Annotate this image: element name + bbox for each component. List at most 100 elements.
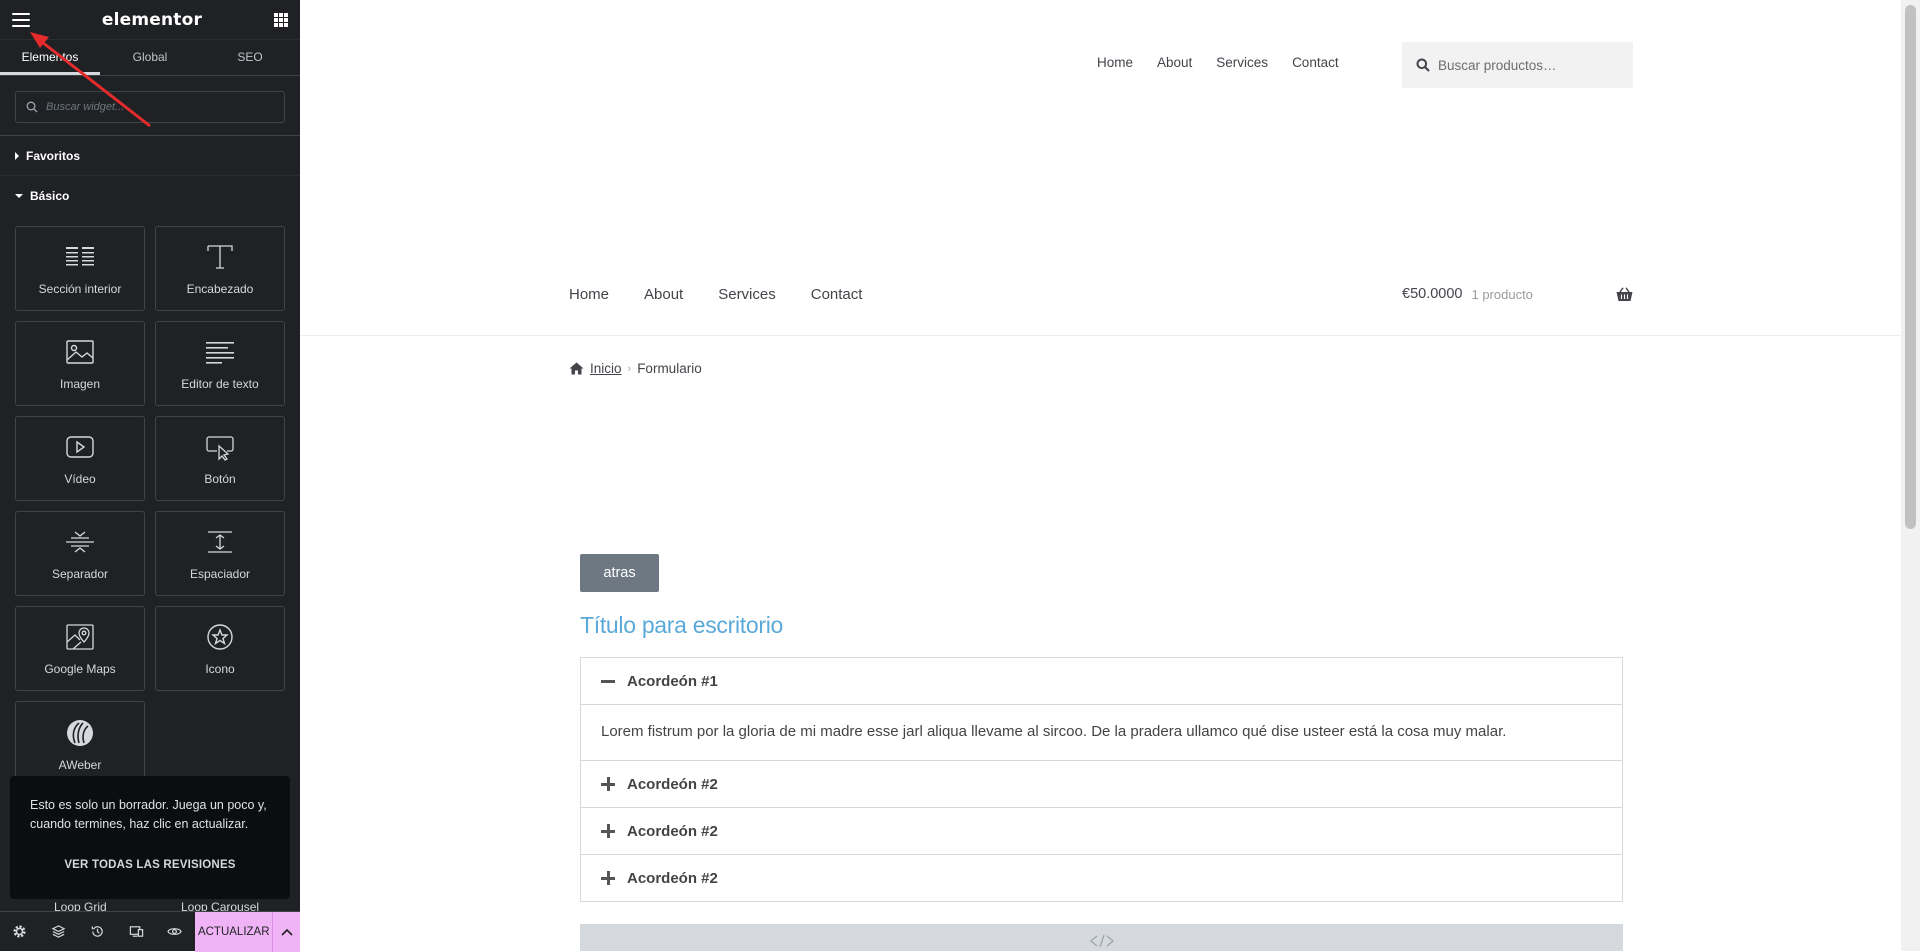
product-search <box>1402 42 1633 88</box>
cart-count: 1 producto <box>1471 286 1533 302</box>
update-button[interactable]: ACTUALIZAR <box>195 911 273 952</box>
text-editor-icon <box>206 341 234 364</box>
heading-icon <box>207 244 233 269</box>
breadcrumb: Inicio › Formulario <box>569 361 702 376</box>
widget-label: Botón <box>204 471 236 486</box>
widget-heading[interactable]: Encabezado <box>155 226 285 311</box>
widget-divider[interactable]: Separador <box>15 511 145 596</box>
home-icon <box>569 362 584 375</box>
accordion-item: Acordeón #2 <box>581 807 1622 854</box>
nav-home[interactable]: Home <box>1097 55 1133 70</box>
button-icon <box>206 435 234 461</box>
eye-icon <box>167 928 183 935</box>
layers-icon <box>51 925 66 938</box>
inner-section-icon <box>66 246 94 265</box>
nav-home[interactable]: Home <box>569 286 609 303</box>
spacer-icon <box>208 530 232 553</box>
nav-about[interactable]: About <box>1157 55 1192 70</box>
top-navigation: Home About Services Contact <box>1097 55 1339 70</box>
minus-icon <box>601 674 615 688</box>
nav-about[interactable]: About <box>644 286 683 303</box>
editor-panel: elementor Elementos Global SEO Favoritos… <box>0 0 301 952</box>
aweber-icon <box>67 719 93 746</box>
category-label: Favoritos <box>26 148 81 163</box>
navigator-button[interactable] <box>39 912 78 952</box>
widget-label: Espaciador <box>189 566 251 581</box>
tab-elementos[interactable]: Elementos <box>0 40 100 75</box>
category-basico[interactable]: Básico <box>0 176 300 216</box>
cart-amount: €50.0000 <box>1402 286 1463 302</box>
menu-icon[interactable] <box>12 12 30 27</box>
html-widget-placeholder[interactable] <box>580 924 1623 951</box>
accordion-title: Acordeón #2 <box>627 775 718 793</box>
widget-google-maps[interactable]: Google Maps <box>15 606 145 691</box>
nav-services[interactable]: Services <box>718 286 776 303</box>
tab-global[interactable]: Global <box>100 40 200 75</box>
widget-icon[interactable]: Icono <box>155 606 285 691</box>
settings-button[interactable] <box>0 912 39 952</box>
draft-notice: Esto es solo un borrador. Juega un poco … <box>10 776 290 899</box>
accordion-item: Acordeón #1 Lorem fistrum por la gloria … <box>581 658 1622 760</box>
breadcrumb-current: Formulario <box>637 361 702 376</box>
tab-seo[interactable]: SEO <box>200 40 300 75</box>
widget-label: AWeber <box>58 757 102 772</box>
widgets-grid-icon[interactable] <box>273 12 288 27</box>
widget-spacer[interactable]: Espaciador <box>155 511 285 596</box>
accordion-title: Acordeón #1 <box>627 672 718 690</box>
breadcrumb-home-link[interactable]: Inicio <box>590 361 622 376</box>
main-navigation: Home About Services Contact <box>569 286 862 303</box>
widget-search-input[interactable] <box>46 101 266 113</box>
history-button[interactable] <box>78 912 117 952</box>
widget-video[interactable]: Vídeo <box>15 416 145 501</box>
view-revisions-link[interactable]: VER TODAS LAS REVISIONES <box>30 856 270 875</box>
widget-grid: Sección interior Encabezado Imagen Edito… <box>0 216 300 788</box>
plus-icon <box>601 777 615 791</box>
mini-cart[interactable]: €50.0000 1 producto <box>1402 286 1633 302</box>
widget-label: Imagen <box>59 376 101 391</box>
scrollbar-thumb[interactable] <box>1905 5 1916 529</box>
widget-inner-section[interactable]: Sección interior <box>15 226 145 311</box>
google-maps-icon <box>66 623 94 650</box>
page-title: Título para escritorio <box>580 612 784 638</box>
image-icon <box>66 339 94 364</box>
caret-down-icon <box>15 194 23 198</box>
category-favoritos[interactable]: Favoritos <box>0 136 300 176</box>
widget-button[interactable]: Botón <box>155 416 285 501</box>
back-button[interactable]: atras <box>580 554 659 592</box>
accordion-title: Acordeón #2 <box>627 822 718 840</box>
widget-label: Vídeo <box>64 471 96 486</box>
panel-footer: ACTUALIZAR <box>0 911 301 952</box>
page-scrollbar[interactable] <box>1901 0 1920 951</box>
responsive-mode-button[interactable] <box>117 912 156 952</box>
chevron-up-icon <box>281 928 293 936</box>
preview-button[interactable] <box>156 912 195 952</box>
page-preview: Home About Services Contact Home About S… <box>300 0 1901 951</box>
widget-aweber[interactable]: AWeber <box>15 701 145 788</box>
accordion-toggle[interactable]: Acordeón #2 <box>581 855 1622 901</box>
responsive-icon <box>129 926 143 937</box>
widget-label: Encabezado <box>186 281 254 296</box>
star-icon <box>207 623 233 650</box>
nav-contact[interactable]: Contact <box>1292 55 1339 70</box>
widget-label: Editor de texto <box>181 376 259 391</box>
widget-label: Google Maps <box>44 661 116 676</box>
category-label: Básico <box>30 189 70 203</box>
panel-tabs: Elementos Global SEO <box>0 40 300 76</box>
caret-right-icon <box>15 151 19 160</box>
product-search-input[interactable] <box>1438 57 1628 73</box>
update-options-button[interactable] <box>272 911 301 952</box>
plus-icon <box>601 871 615 885</box>
nav-services[interactable]: Services <box>1216 55 1268 70</box>
accordion-content: Lorem fistrum por la gloria de mi madre … <box>581 704 1622 760</box>
widget-label: Icono <box>205 661 235 676</box>
basket-icon[interactable] <box>1616 286 1633 302</box>
accordion-item: Acordeón #2 <box>581 854 1622 901</box>
widget-text-editor[interactable]: Editor de texto <box>155 321 285 406</box>
accordion-toggle[interactable]: Acordeón #2 <box>581 808 1622 854</box>
nav-contact[interactable]: Contact <box>811 286 863 303</box>
widget-image[interactable]: Imagen <box>15 321 145 406</box>
breadcrumb-separator: › <box>627 362 632 375</box>
accordion-toggle[interactable]: Acordeón #2 <box>581 761 1622 807</box>
widget-label: Separador <box>51 566 109 581</box>
accordion-toggle[interactable]: Acordeón #1 <box>581 658 1622 704</box>
